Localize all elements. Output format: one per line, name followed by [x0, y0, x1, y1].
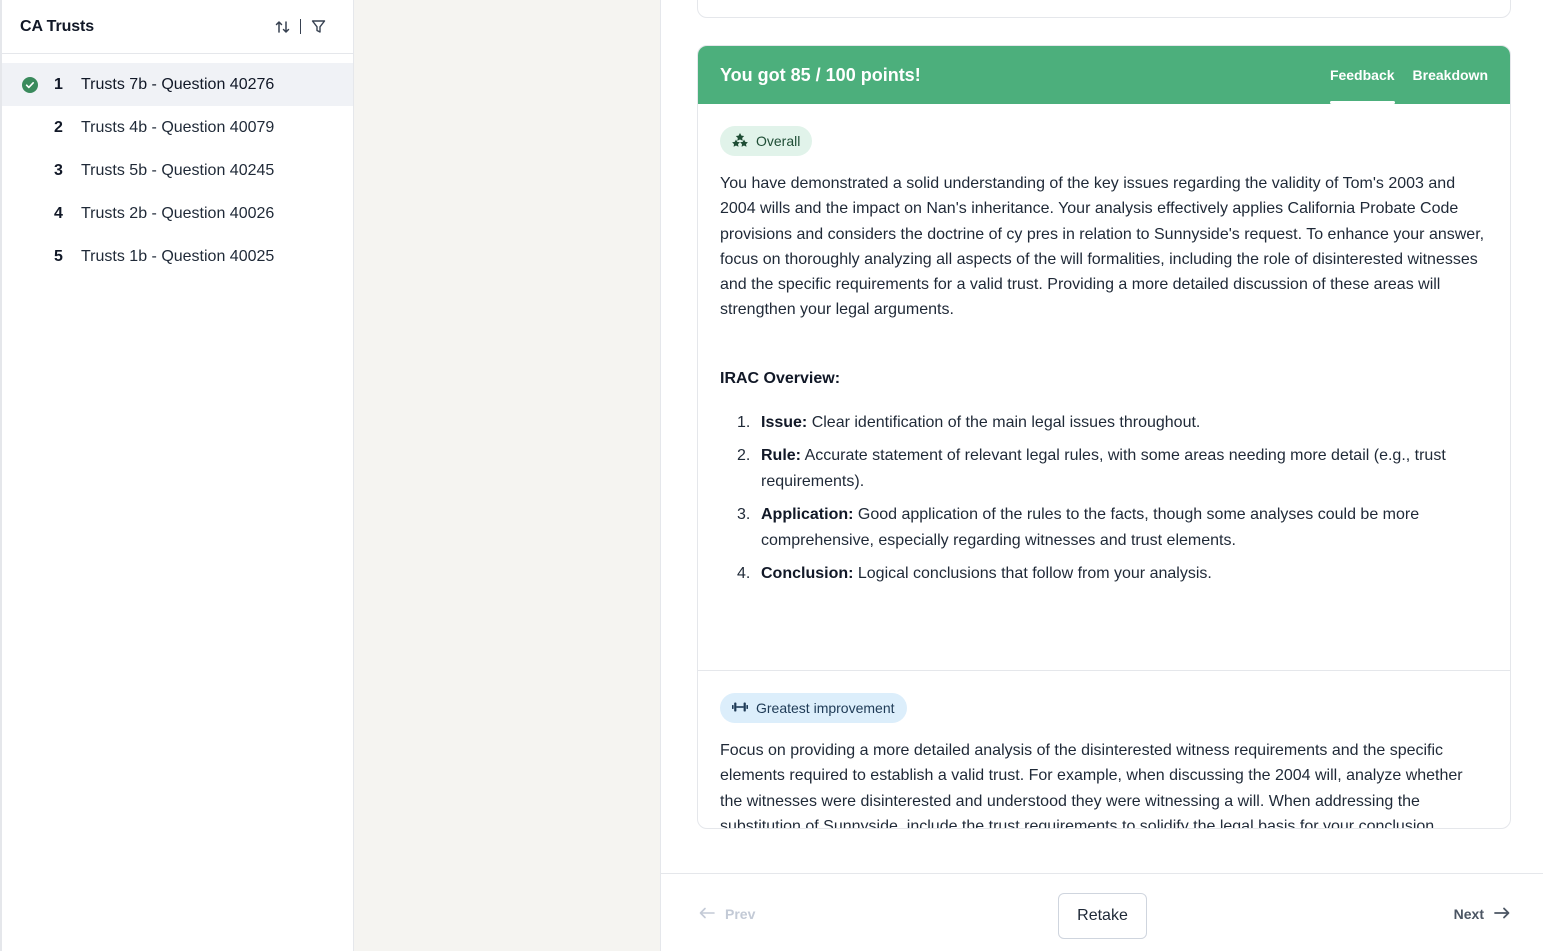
irac-number: 1.	[737, 413, 751, 431]
completed-check-icon	[20, 75, 40, 95]
next-label: Next	[1453, 906, 1484, 922]
irac-content: Conclusion: Logical conclusions that fol…	[761, 561, 1212, 587]
tool-divider	[300, 19, 301, 34]
sidebar-item-question-3[interactable]: 3 Trusts 5b - Question 40245	[2, 149, 353, 192]
irac-content: Application: Good application of the rul…	[761, 502, 1488, 554]
overall-section: Overall You have demonstrated a solid un…	[698, 104, 1510, 670]
overall-badge: Overall	[720, 126, 813, 156]
result-header: You got 85 / 100 points! Feedback Breakd…	[698, 46, 1510, 104]
dumbbell-icon	[732, 700, 748, 716]
overall-feedback-text: You have demonstrated a solid understand…	[720, 175, 1485, 319]
irac-key: Application:	[761, 505, 854, 523]
status-placeholder	[20, 204, 40, 224]
arrow-left-icon	[699, 906, 715, 922]
irac-content: Issue: Clear identification of the main …	[761, 410, 1200, 436]
question-list: 1 Trusts 7b - Question 40276 2 Trusts 4b…	[2, 54, 353, 278]
irac-text: Accurate statement of relevant legal rul…	[761, 446, 1446, 490]
sidebar-item-question-4[interactable]: 4 Trusts 2b - Question 40026	[2, 192, 353, 235]
improvement-badge: Greatest improvement	[720, 693, 907, 723]
irac-number: 2.	[737, 446, 751, 464]
next-button[interactable]: Next	[1454, 906, 1510, 922]
prev-button[interactable]: Prev	[699, 906, 755, 922]
background-gap	[354, 0, 660, 951]
item-number: 5	[54, 247, 63, 265]
stars-cluster-icon	[732, 132, 748, 150]
item-label: Trusts 4b - Question 40079	[81, 118, 275, 136]
status-placeholder	[20, 247, 40, 267]
improvement-section: Greatest improvement Focus on providing …	[698, 671, 1510, 829]
tab-breakdown[interactable]: Breakdown	[1413, 46, 1488, 104]
item-number: 3	[54, 161, 63, 179]
irac-title: IRAC Overview:	[720, 369, 841, 387]
irac-number: 4.	[737, 564, 751, 582]
sidebar-item-question-5[interactable]: 5 Trusts 1b - Question 40025	[2, 235, 353, 278]
filter-icon[interactable]	[309, 18, 327, 36]
item-label: Trusts 1b - Question 40025	[81, 247, 275, 265]
sidebar-item-question-1[interactable]: 1 Trusts 7b - Question 40276	[2, 63, 353, 106]
sidebar-title: CA Trusts	[20, 17, 95, 35]
arrow-right-icon	[1494, 906, 1510, 922]
previous-card-edge	[697, 0, 1511, 18]
sort-arrows-icon[interactable]	[274, 18, 292, 36]
irac-text: Logical conclusions that follow from you…	[853, 564, 1212, 582]
status-placeholder	[20, 161, 40, 181]
sidebar-item-question-2[interactable]: 2 Trusts 4b - Question 40079	[2, 106, 353, 149]
item-number: 2	[54, 118, 63, 136]
irac-item-application: 3. Application: Good application of the …	[737, 502, 1488, 554]
item-number: 1	[54, 75, 63, 93]
item-label: Trusts 7b - Question 40276	[81, 75, 275, 93]
irac-key: Conclusion:	[761, 564, 854, 582]
item-number: 4	[54, 204, 63, 222]
status-placeholder	[20, 118, 40, 138]
irac-key: Rule:	[761, 446, 801, 464]
irac-item-conclusion: 4. Conclusion: Logical conclusions that …	[737, 561, 1488, 587]
item-label: Trusts 5b - Question 40245	[81, 161, 275, 179]
irac-item-issue: 1. Issue: Clear identification of the ma…	[737, 410, 1488, 436]
result-card: You got 85 / 100 points! Feedback Breakd…	[697, 45, 1511, 829]
overall-badge-label: Overall	[756, 133, 801, 149]
irac-key: Issue:	[761, 413, 808, 431]
main-panel: You got 85 / 100 points! Feedback Breakd…	[660, 0, 1543, 951]
sidebar-tools	[274, 18, 327, 36]
irac-text: Clear identification of the main legal i…	[807, 413, 1201, 431]
irac-item-rule: 2. Rule: Accurate statement of relevant …	[737, 443, 1488, 495]
retake-button[interactable]: Retake	[1058, 893, 1147, 939]
sidebar-header: CA Trusts	[2, 0, 353, 54]
irac-content: Rule: Accurate statement of relevant leg…	[761, 443, 1488, 495]
irac-number: 3.	[737, 505, 751, 523]
tab-feedback[interactable]: Feedback	[1329, 46, 1395, 104]
navigation-footer: Prev Retake Next	[661, 873, 1543, 951]
sidebar: CA Trusts 1 Trusts 7b - Question 40276 2…	[0, 0, 354, 951]
prev-label: Prev	[725, 906, 756, 922]
result-tabs: Feedback Breakdown	[1329, 46, 1488, 104]
irac-text: Good application of the rules to the fac…	[761, 505, 1420, 549]
item-label: Trusts 2b - Question 40026	[81, 204, 275, 222]
score-title: You got 85 / 100 points!	[720, 64, 921, 85]
improvement-badge-label: Greatest improvement	[756, 700, 895, 716]
improvement-feedback-text: Focus on providing a more detailed analy…	[720, 742, 1463, 829]
irac-list: 1. Issue: Clear identification of the ma…	[720, 410, 1488, 587]
